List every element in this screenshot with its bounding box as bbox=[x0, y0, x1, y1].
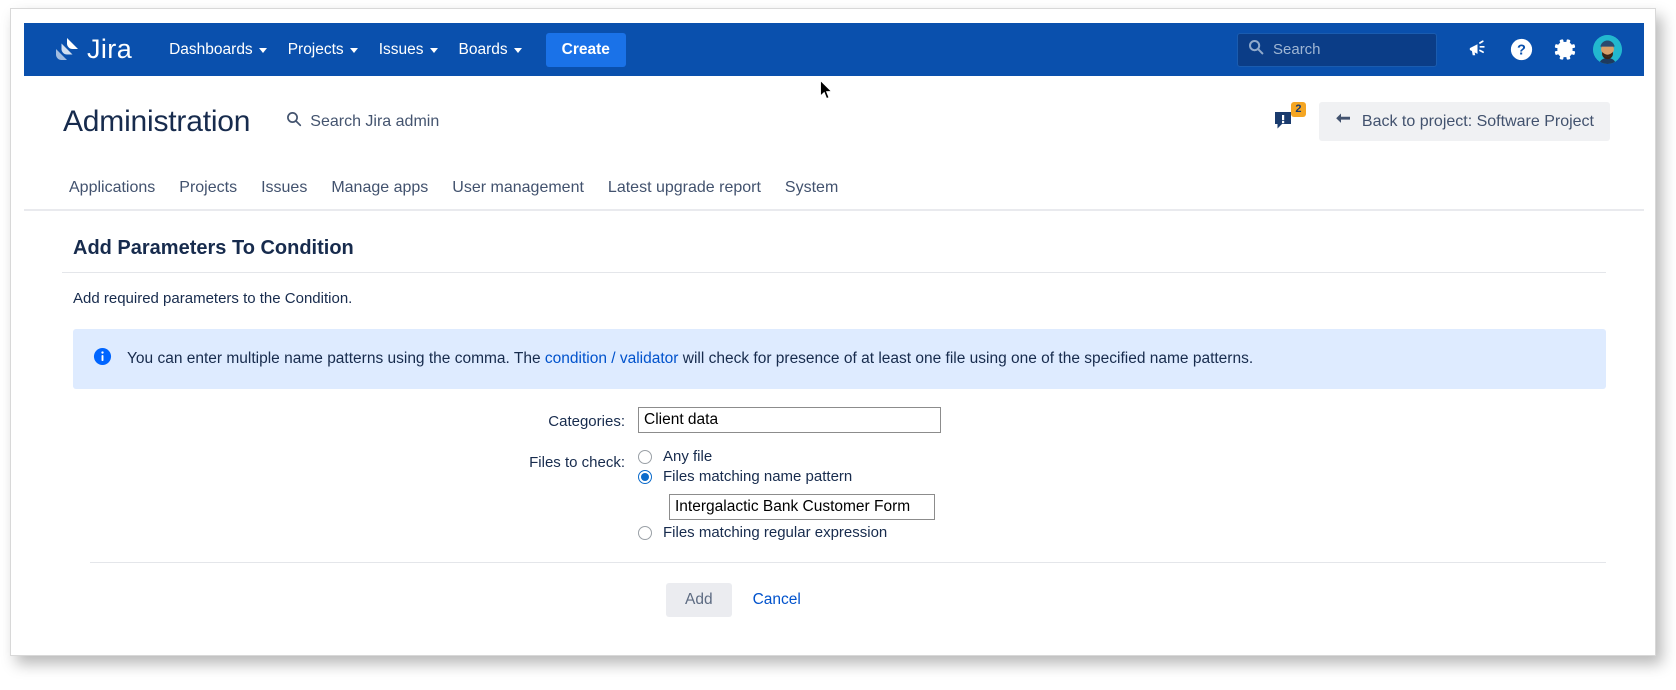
cancel-link[interactable]: Cancel bbox=[753, 591, 801, 609]
nav-item-label: Issues bbox=[378, 40, 424, 58]
radio-label: Any file bbox=[663, 448, 713, 465]
admin-search-label: Search Jira admin bbox=[310, 112, 440, 130]
subnav-item-applications[interactable]: Applications bbox=[57, 173, 167, 203]
global-search-input[interactable]: Search bbox=[1237, 32, 1437, 67]
search-icon bbox=[1248, 39, 1264, 60]
section-title: Add Parameters To Condition bbox=[73, 237, 354, 259]
jira-logo[interactable]: Jira bbox=[54, 23, 132, 76]
radio-label: Files matching name pattern bbox=[663, 468, 853, 485]
subnav-item-manage-apps[interactable]: Manage apps bbox=[319, 173, 440, 203]
info-text-before: You can enter multiple name patterns usi… bbox=[127, 350, 545, 367]
user-avatar[interactable] bbox=[1593, 35, 1622, 64]
radio-option-regular-expression[interactable]: Files matching regular expression bbox=[638, 524, 935, 541]
section-description: Add required parameters to the Condition… bbox=[73, 290, 353, 307]
global-nav-right-section: Search ? bbox=[1237, 30, 1644, 70]
radio-button-icon[interactable] bbox=[638, 525, 652, 540]
chevron-down-icon bbox=[349, 48, 358, 53]
categories-input[interactable] bbox=[638, 407, 941, 433]
admin-header: Administration Search Jira admin 2 Back … bbox=[24, 76, 1644, 167]
radio-button-icon[interactable] bbox=[638, 449, 652, 464]
name-pattern-input[interactable] bbox=[669, 494, 935, 520]
admin-search-button[interactable]: Search Jira admin bbox=[286, 111, 439, 132]
subnav-item-issues[interactable]: Issues bbox=[249, 173, 319, 203]
search-icon bbox=[286, 111, 302, 132]
nav-item-boards[interactable]: Boards bbox=[450, 33, 531, 67]
global-navigation-bar: Jira Dashboards Projects Issues Boards C… bbox=[24, 23, 1644, 76]
subnav-item-user-management[interactable]: User management bbox=[440, 173, 596, 203]
help-circle-icon[interactable]: ? bbox=[1501, 30, 1541, 70]
title-divider bbox=[62, 272, 1606, 273]
info-text-after: will check for presence of at least one … bbox=[678, 350, 1254, 367]
nav-item-issues[interactable]: Issues bbox=[370, 33, 447, 67]
back-to-project-label: Back to project: Software Project bbox=[1361, 112, 1594, 130]
back-to-project-button[interactable]: Back to project: Software Project bbox=[1318, 102, 1610, 141]
main-content: Add Parameters To Condition Add required… bbox=[24, 213, 1644, 655]
nav-item-label: Boards bbox=[458, 40, 508, 58]
radio-button-selected-icon[interactable] bbox=[638, 469, 652, 484]
create-button[interactable]: Create bbox=[545, 32, 626, 67]
nav-item-projects[interactable]: Projects bbox=[279, 33, 367, 67]
browser-page-frame: Jira Dashboards Projects Issues Boards C… bbox=[10, 8, 1656, 656]
global-search-placeholder: Search bbox=[1273, 41, 1321, 58]
add-parameters-form: Categories: Files to check: Any file Fil… bbox=[62, 407, 1606, 617]
radio-option-name-pattern[interactable]: Files matching name pattern bbox=[638, 468, 935, 485]
form-divider bbox=[90, 562, 1606, 563]
jira-logo-text: Jira bbox=[87, 34, 133, 64]
categories-label: Categories: bbox=[548, 413, 625, 430]
chevron-down-icon bbox=[258, 48, 267, 53]
chevron-down-icon bbox=[429, 48, 438, 53]
chevron-down-icon bbox=[513, 48, 522, 53]
files-to-check-options: Any file Files matching name pattern Fil… bbox=[638, 448, 935, 544]
info-circle-icon bbox=[93, 347, 112, 371]
files-to-check-label: Files to check: bbox=[529, 454, 625, 471]
radio-label: Files matching regular expression bbox=[663, 524, 888, 541]
svg-text:?: ? bbox=[1517, 43, 1526, 59]
nav-item-label: Projects bbox=[287, 40, 344, 58]
subnav-item-latest-upgrade-report[interactable]: Latest upgrade report bbox=[596, 173, 773, 203]
page-title-administration: Administration bbox=[63, 104, 251, 138]
condition-validator-link[interactable]: condition / validator bbox=[545, 350, 679, 367]
nav-item-dashboards[interactable]: Dashboards bbox=[160, 33, 276, 67]
subnav-item-projects[interactable]: Projects bbox=[167, 173, 249, 203]
admin-subnavigation: Applications Projects Issues Manage apps… bbox=[24, 167, 1644, 211]
megaphone-icon[interactable] bbox=[1457, 30, 1497, 70]
radio-option-any-file[interactable]: Any file bbox=[638, 448, 935, 465]
subnav-item-system[interactable]: System bbox=[773, 173, 850, 203]
files-to-check-form-row: Files to check: Any file Files matching … bbox=[62, 448, 1606, 544]
info-banner-text: You can enter multiple name patterns usi… bbox=[127, 347, 1253, 370]
form-button-row: Add Cancel bbox=[638, 583, 1606, 617]
feedback-icon[interactable]: 2 bbox=[1273, 101, 1306, 135]
jira-logo-icon bbox=[54, 37, 80, 63]
add-button[interactable]: Add bbox=[666, 583, 732, 617]
categories-form-row: Categories: bbox=[62, 407, 1606, 433]
arrow-back-icon bbox=[1335, 112, 1351, 131]
notification-badge: 2 bbox=[1290, 101, 1306, 117]
info-banner: You can enter multiple name patterns usi… bbox=[73, 329, 1606, 389]
nav-item-label: Dashboards bbox=[169, 40, 253, 58]
gear-icon[interactable] bbox=[1545, 30, 1585, 70]
admin-header-right: 2 Back to project: Software Project bbox=[1273, 101, 1610, 141]
